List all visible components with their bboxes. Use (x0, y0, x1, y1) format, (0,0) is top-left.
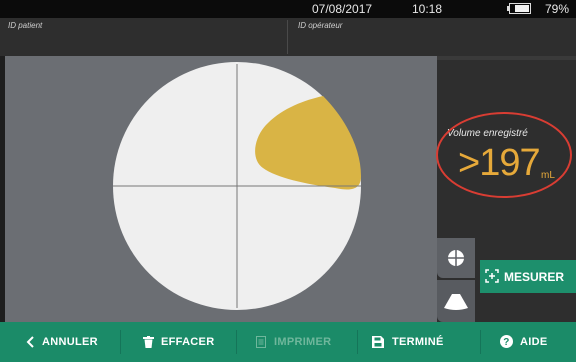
help-button[interactable]: ? AIDE (498, 322, 558, 362)
patient-id-field[interactable]: ID patient (8, 21, 42, 30)
volume-highlight-circle (436, 112, 572, 198)
done-button[interactable]: TERMINÉ (370, 322, 470, 362)
save-icon (372, 336, 384, 348)
scan-view (5, 56, 437, 322)
cancel-label: ANNULER (42, 336, 98, 348)
crosshair-view-button[interactable] (437, 238, 475, 278)
divider (236, 330, 237, 354)
erase-label: EFFACER (161, 336, 215, 348)
status-bar: 07/08/2017 10:18 79% (0, 0, 576, 18)
battery-icon (507, 3, 531, 14)
crosshair-icon (448, 250, 464, 266)
measure-label: MESURER (504, 270, 565, 284)
document-icon (256, 336, 266, 348)
id-divider (287, 20, 288, 54)
trash-icon (143, 336, 154, 348)
print-label: IMPRIMER (274, 336, 332, 348)
bottom-toolbar: ANNULER EFFACER IMPRIMER TERMINÉ ? AIDE (0, 322, 576, 362)
divider (480, 330, 481, 354)
erase-button[interactable]: EFFACER (140, 322, 230, 362)
bladder-scan-image (113, 62, 361, 310)
svg-text:?: ? (503, 337, 509, 348)
chevron-left-icon (26, 336, 34, 348)
divider (120, 330, 121, 354)
done-label: TERMINÉ (392, 336, 444, 348)
battery-percent: 79% (545, 2, 570, 16)
id-bar: ID patient ID opérateur (0, 18, 576, 56)
help-icon: ? (500, 335, 513, 348)
ultrasound-view-button[interactable] (437, 280, 475, 322)
time-text: 10:18 (412, 2, 443, 16)
ultrasound-cone-icon (444, 294, 468, 310)
measure-button[interactable]: MESURER (480, 260, 576, 293)
cancel-button[interactable]: ANNULER (22, 322, 114, 362)
print-button[interactable]: IMPRIMER (254, 322, 354, 362)
date-text: 07/08/2017 (312, 2, 373, 16)
divider (357, 330, 358, 354)
operator-id-field[interactable]: ID opérateur (298, 21, 342, 30)
scan-target-icon (485, 269, 499, 283)
help-label: AIDE (520, 336, 548, 348)
